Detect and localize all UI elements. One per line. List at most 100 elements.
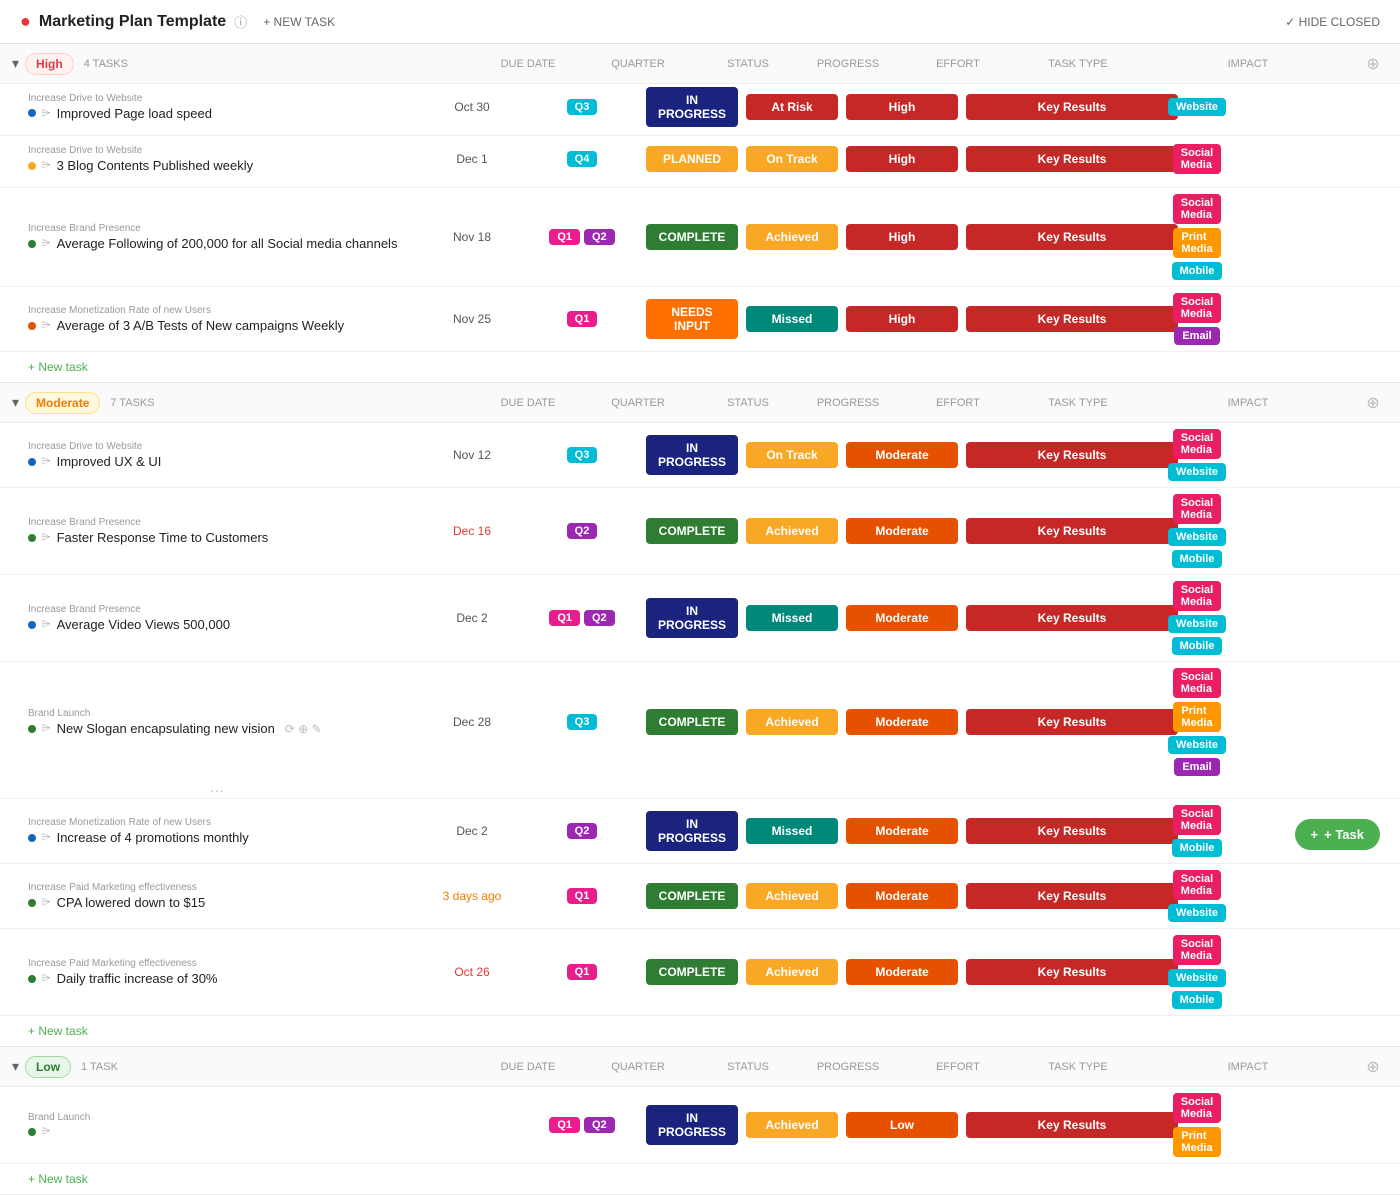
task-info: Increase Brand Presence ⌲ Average Follow… bbox=[12, 217, 422, 257]
quarters-cell: Q2 bbox=[522, 823, 642, 839]
table-row[interactable]: Increase Drive to Website ⌲ Improved Pag… bbox=[0, 84, 1400, 136]
task-type-cell[interactable]: Key Results bbox=[962, 959, 1182, 985]
effort-cell[interactable]: Moderate bbox=[842, 605, 962, 631]
status-cell[interactable]: IN PROGRESS bbox=[642, 87, 742, 127]
table-row[interactable]: Increase Brand Presence ⌲ Faster Respons… bbox=[0, 488, 1400, 575]
table-row[interactable]: Increase Drive to Website ⌲ Improved UX … bbox=[0, 423, 1400, 488]
effort-cell[interactable]: Moderate bbox=[842, 442, 962, 468]
due-date: Dec 1 bbox=[422, 152, 522, 166]
row-actions[interactable]: ··· bbox=[12, 782, 422, 798]
effort-badge: High bbox=[846, 224, 958, 250]
status-cell[interactable]: COMPLETE bbox=[642, 224, 742, 250]
add-task-row[interactable]: + New task bbox=[0, 1164, 1400, 1194]
task-type-cell[interactable]: Key Results bbox=[962, 306, 1182, 332]
impact-tag: Website bbox=[1168, 615, 1226, 633]
task-info: Brand Launch ⌲ New Slogan encapsulating … bbox=[12, 702, 422, 742]
task-type-cell[interactable]: Key Results bbox=[962, 518, 1182, 544]
effort-cell[interactable]: Moderate bbox=[842, 883, 962, 909]
task-type-cell[interactable]: Key Results bbox=[962, 709, 1182, 735]
status-cell[interactable]: IN PROGRESS bbox=[642, 811, 742, 851]
task-type-cell[interactable]: Key Results bbox=[962, 146, 1182, 172]
progress-cell[interactable]: Achieved bbox=[742, 1112, 842, 1138]
add-col-icon-low[interactable]: ⊕ bbox=[1358, 1057, 1388, 1077]
progress-cell[interactable]: Missed bbox=[742, 818, 842, 844]
progress-badge: Missed bbox=[746, 818, 838, 844]
group-toggle-moderate[interactable]: ▾ bbox=[12, 394, 19, 411]
due-date: Dec 2 bbox=[422, 611, 522, 625]
task-dot bbox=[28, 322, 36, 330]
task-type-cell[interactable]: Key Results bbox=[962, 94, 1182, 120]
status-cell[interactable]: COMPLETE bbox=[642, 883, 742, 909]
add-task-row[interactable]: + New task bbox=[0, 1016, 1400, 1046]
task-icon: ⌲ bbox=[42, 618, 51, 631]
task-type-cell[interactable]: Key Results bbox=[962, 818, 1182, 844]
add-task-row[interactable]: + New task bbox=[0, 352, 1400, 382]
header-left: ● Marketing Plan Template ⓘ + NEW TASK bbox=[20, 11, 343, 33]
table-row[interactable]: Increase Drive to Website ⌲ 3 Blog Conte… bbox=[0, 136, 1400, 188]
task-type-cell[interactable]: Key Results bbox=[962, 605, 1182, 631]
status-cell[interactable]: IN PROGRESS bbox=[642, 1105, 742, 1145]
progress-cell[interactable]: Achieved bbox=[742, 224, 842, 250]
table-row[interactable]: Increase Brand Presence ⌲ Average Follow… bbox=[0, 188, 1400, 287]
add-task-fab[interactable]: + + Task bbox=[1295, 819, 1380, 850]
table-row[interactable]: Brand Launch ⌲ Q1Q2 IN PROGRESS Achieved… bbox=[0, 1087, 1400, 1164]
impact-cell: Social MediaPrint Media bbox=[1182, 1087, 1212, 1163]
info-icon[interactable]: ⓘ bbox=[234, 12, 247, 31]
progress-cell[interactable]: Achieved bbox=[742, 883, 842, 909]
progress-cell[interactable]: On Track bbox=[742, 146, 842, 172]
table-row[interactable]: Increase Paid Marketing effectiveness ⌲ … bbox=[0, 929, 1400, 1016]
task-type-cell[interactable]: Key Results bbox=[962, 442, 1182, 468]
status-cell[interactable]: IN PROGRESS bbox=[642, 435, 742, 475]
progress-cell[interactable]: Achieved bbox=[742, 709, 842, 735]
task-type-cell[interactable]: Key Results bbox=[962, 883, 1182, 909]
table-row[interactable]: Brand Launch ⌲ New Slogan encapsulating … bbox=[0, 662, 1400, 799]
effort-cell[interactable]: High bbox=[842, 306, 962, 332]
progress-cell[interactable]: Achieved bbox=[742, 518, 842, 544]
progress-cell[interactable]: Achieved bbox=[742, 959, 842, 985]
impact-tag: Mobile bbox=[1172, 262, 1223, 280]
impact-tag: Website bbox=[1168, 969, 1226, 987]
impact-cell: Social MediaWebsite bbox=[1182, 864, 1212, 928]
progress-cell[interactable]: At Risk bbox=[742, 94, 842, 120]
status-badge: COMPLETE bbox=[646, 518, 738, 544]
add-col-icon-high[interactable]: ⊕ bbox=[1358, 54, 1388, 74]
effort-cell[interactable]: High bbox=[842, 94, 962, 120]
task-type-cell[interactable]: Key Results bbox=[962, 1112, 1182, 1138]
progress-cell[interactable]: Missed bbox=[742, 605, 842, 631]
status-cell[interactable]: PLANNED bbox=[642, 146, 742, 172]
group-toggle-low[interactable]: ▾ bbox=[12, 1058, 19, 1075]
task-icon: ⌲ bbox=[42, 896, 51, 909]
effort-cell[interactable]: Moderate bbox=[842, 518, 962, 544]
progress-cell[interactable]: On Track bbox=[742, 442, 842, 468]
table-row[interactable]: Increase Monetization Rate of new Users … bbox=[0, 799, 1400, 864]
status-cell[interactable]: NEEDS INPUT bbox=[642, 299, 742, 339]
table-row[interactable]: Increase Brand Presence ⌲ Average Video … bbox=[0, 575, 1400, 662]
effort-cell[interactable]: Low bbox=[842, 1112, 962, 1138]
task-parent: Increase Drive to Website bbox=[28, 93, 422, 104]
effort-cell[interactable]: Moderate bbox=[842, 709, 962, 735]
add-col-icon-moderate[interactable]: ⊕ bbox=[1358, 393, 1388, 413]
table-row[interactable]: Increase Monetization Rate of new Users … bbox=[0, 287, 1400, 352]
due-date: Nov 25 bbox=[422, 312, 522, 326]
impact-tag: Social Media bbox=[1173, 293, 1221, 323]
effort-badge: Moderate bbox=[846, 442, 958, 468]
due-date: Dec 28 bbox=[422, 715, 522, 729]
effort-cell[interactable]: High bbox=[842, 146, 962, 172]
effort-cell[interactable]: Moderate bbox=[842, 818, 962, 844]
impact-tag: Mobile bbox=[1172, 637, 1223, 655]
effort-cell[interactable]: Moderate bbox=[842, 959, 962, 985]
effort-cell[interactable]: High bbox=[842, 224, 962, 250]
progress-cell[interactable]: Missed bbox=[742, 306, 842, 332]
status-cell[interactable]: IN PROGRESS bbox=[642, 598, 742, 638]
quarters-cell: Q1Q2 bbox=[522, 229, 642, 245]
status-cell[interactable]: COMPLETE bbox=[642, 518, 742, 544]
status-cell[interactable]: COMPLETE bbox=[642, 709, 742, 735]
task-type-cell[interactable]: Key Results bbox=[962, 224, 1182, 250]
new-task-button[interactable]: + NEW TASK bbox=[255, 11, 343, 33]
status-cell[interactable]: COMPLETE bbox=[642, 959, 742, 985]
hide-closed-button[interactable]: ✓ HIDE CLOSED bbox=[1285, 15, 1380, 29]
group-toggle-high[interactable]: ▾ bbox=[12, 55, 19, 72]
status-icon: ● bbox=[20, 11, 31, 32]
table-row[interactable]: Increase Paid Marketing effectiveness ⌲ … bbox=[0, 864, 1400, 929]
task-parent: Increase Monetization Rate of new Users bbox=[28, 305, 422, 316]
